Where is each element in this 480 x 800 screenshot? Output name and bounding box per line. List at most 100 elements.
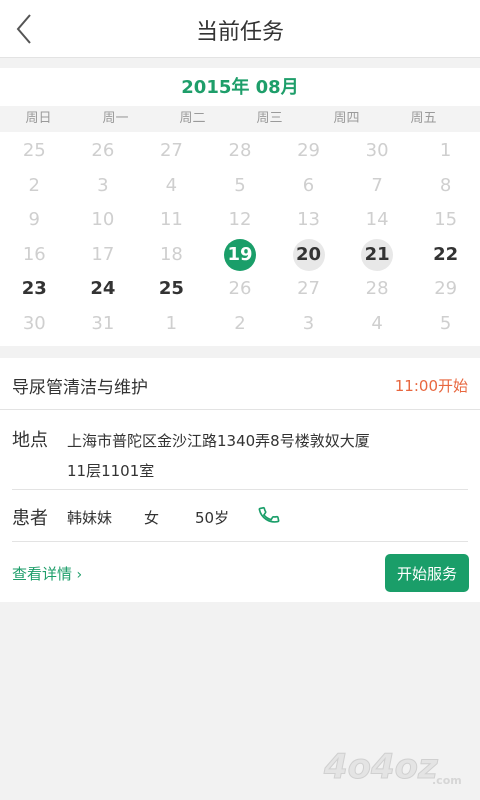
task-name: 导尿管清洁与维护	[12, 378, 148, 398]
task-actions: 查看详情 › 开始服务	[0, 542, 480, 602]
chevron-right-icon: ›	[72, 567, 83, 583]
calendar-day-number: 1	[165, 312, 178, 334]
weekday-label: 周一	[102, 111, 129, 126]
svg-text:4o4oz: 4o4oz	[323, 747, 438, 787]
calendar-day-number: 3	[97, 174, 109, 196]
calendar-day[interactable]: 16	[0, 238, 69, 273]
calendar-day[interactable]: 4	[343, 307, 412, 342]
calendar-day[interactable]: 2	[206, 307, 275, 342]
calendar-day[interactable]: 29	[411, 272, 480, 307]
calendar-day[interactable]: 29	[274, 134, 343, 169]
calendar-day-number: 15	[434, 209, 458, 231]
weekday-label: 周四	[333, 111, 360, 126]
location-label: 地点	[12, 430, 48, 451]
patient-age: 50岁	[195, 509, 230, 527]
calendar-day[interactable]: 18	[137, 238, 206, 273]
calendar-day-number: 22	[433, 243, 459, 265]
calendar-day[interactable]: 13	[274, 203, 343, 238]
view-details-link[interactable]: 查看详情 ›	[12, 563, 82, 584]
calendar-day[interactable]: 8	[411, 169, 480, 204]
calendar-day-number: 21	[361, 238, 394, 271]
patient-name: 韩妹妹	[67, 509, 113, 527]
calendar-day[interactable]: 17	[69, 238, 138, 273]
address-line-2: 11层1101室	[67, 462, 155, 480]
patient-row: 患者 韩妹妹 女 50岁	[12, 490, 468, 542]
calendar-day[interactable]: 23	[0, 272, 69, 307]
calendar-day-number: 17	[91, 243, 115, 265]
calendar-day-marked[interactable]: 21	[343, 238, 412, 273]
weekday-label: 周三	[256, 111, 283, 126]
calendar-day-number: 14	[365, 209, 389, 231]
calendar-day[interactable]: 5	[411, 307, 480, 342]
calendar-day-number: 25	[22, 140, 46, 162]
calendar-day-number: 18	[159, 243, 183, 265]
watermark-logo: 4o4oz .com	[323, 747, 462, 788]
calendar-day-number: 27	[159, 140, 183, 162]
calendar-day[interactable]: 22	[411, 238, 480, 273]
location-row: 地点 上海市普陀区金沙江路1340弄8号楼敦奴大厦 11层1101室	[12, 410, 468, 490]
calendar-day[interactable]: 9	[0, 203, 69, 238]
start-service-button[interactable]: 开始服务	[385, 554, 469, 592]
calendar-day-number: 19	[223, 238, 256, 271]
weekday-header: 周日 周一 周二 周三 周四 周五	[0, 106, 480, 132]
calendar-day-number: 23	[21, 278, 47, 300]
calendar: 2015年 08月 周日 周一 周二 周三 周四 周五 25 26 27 28 29 30 1 2 3 4 5…	[0, 68, 480, 346]
calendar-day[interactable]: 27	[137, 134, 206, 169]
calendar-day[interactable]: 15	[411, 203, 480, 238]
task-card: 导尿管清洁与维护 11:00开始 地点 上海市普陀区金沙江路1340弄8号楼敦奴…	[0, 358, 480, 602]
calendar-day-number: 4	[165, 174, 178, 196]
calendar-day[interactable]: 28	[343, 272, 412, 307]
calendar-day-number: 27	[297, 278, 320, 300]
calendar-day[interactable]: 10	[69, 203, 138, 238]
task-header: 导尿管清洁与维护 11:00开始	[0, 358, 480, 410]
calendar-day-number: 12	[228, 209, 252, 231]
calendar-day-number: 29	[297, 140, 320, 162]
address-line-1: 上海市普陀区金沙江路1340弄8号楼敦奴大厦	[67, 432, 370, 450]
calendar-day-number: 6	[302, 174, 315, 196]
calendar-day[interactable]: 25	[0, 134, 69, 169]
calendar-day[interactable]: 11	[137, 203, 206, 238]
calendar-day[interactable]: 12	[206, 203, 275, 238]
calendar-day-number: 11	[159, 209, 183, 231]
calendar-day-number: 30	[22, 312, 46, 334]
calendar-day[interactable]: 28	[206, 134, 275, 169]
calendar-day[interactable]: 5	[206, 169, 275, 204]
calendar-day[interactable]: 1	[137, 307, 206, 342]
calendar-day-number: 25	[158, 278, 184, 300]
calendar-day[interactable]: 24	[69, 272, 138, 307]
calendar-day[interactable]: 1	[411, 134, 480, 169]
calendar-day-number: 5	[234, 174, 246, 196]
svg-text:.com: .com	[432, 774, 462, 787]
address: 上海市普陀区金沙江路1340弄8号楼敦奴大厦 11层1101室	[67, 426, 427, 486]
calendar-day-marked[interactable]: 20	[274, 238, 343, 273]
calendar-day-number: 26	[228, 278, 252, 300]
calendar-day[interactable]: 6	[274, 169, 343, 204]
month-label[interactable]: 2015年 08月	[0, 68, 480, 106]
calendar-day-number: 2	[28, 174, 40, 196]
calendar-day[interactable]: 3	[274, 307, 343, 342]
calendar-day-number: 3	[302, 312, 315, 334]
calendar-day-number: 7	[371, 174, 383, 196]
calendar-day-number: 5	[439, 312, 452, 334]
calendar-day[interactable]: 25	[137, 272, 206, 307]
calendar-day-number: 26	[91, 140, 115, 162]
calendar-day-number: 29	[434, 278, 458, 300]
calendar-day[interactable]: 7	[343, 169, 412, 204]
calendar-day[interactable]: 30	[343, 134, 412, 169]
calendar-day[interactable]: 31	[69, 307, 138, 342]
calendar-day[interactable]: 30	[0, 307, 69, 342]
app-header: 当前任务	[0, 0, 480, 58]
calendar-day-number: 8	[439, 174, 452, 196]
weekday-label: 周日	[25, 111, 52, 126]
calendar-day-number: 10	[91, 209, 115, 231]
calendar-day[interactable]: 4	[137, 169, 206, 204]
calendar-day[interactable]: 2	[0, 169, 69, 204]
calendar-day[interactable]: 14	[343, 203, 412, 238]
calendar-day[interactable]: 26	[69, 134, 138, 169]
calendar-day[interactable]: 26	[206, 272, 275, 307]
calendar-day[interactable]: 3	[69, 169, 138, 204]
calendar-day[interactable]: 27	[274, 272, 343, 307]
calendar-day-number: 1	[439, 140, 452, 162]
calendar-day-today[interactable]: 19	[206, 238, 275, 273]
phone-icon[interactable]	[258, 504, 280, 526]
